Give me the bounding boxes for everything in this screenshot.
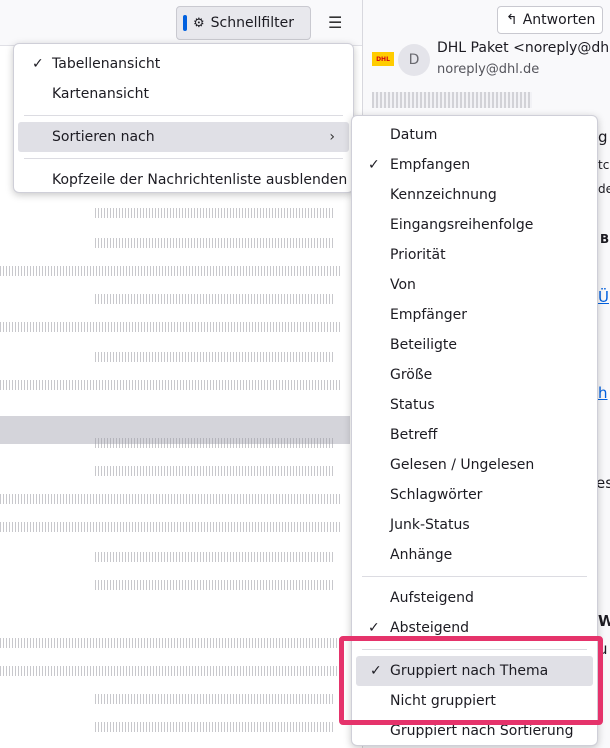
menu-item-label: Kopfzeile der Nachrichtenliste ausblende… bbox=[52, 172, 348, 188]
reply-icon: ↰ bbox=[506, 12, 518, 28]
redacted-recipient bbox=[372, 92, 532, 108]
table-row[interactable] bbox=[95, 438, 335, 448]
sort-item-correspondents[interactable]: Beteiligte bbox=[352, 330, 597, 360]
check-icon: ✓ bbox=[368, 157, 380, 173]
list-layout-icon[interactable]: ☰ bbox=[328, 13, 342, 32]
body-link[interactable]: h bbox=[598, 384, 608, 402]
menu-item-label: Sortieren nach bbox=[52, 129, 155, 145]
menu-item-label: Gelesen / Ungelesen bbox=[390, 457, 535, 473]
chevron-right-icon: › bbox=[329, 129, 335, 145]
sort-item-size[interactable]: Größe bbox=[352, 360, 597, 390]
avatar: D bbox=[398, 44, 430, 76]
sort-item-flag[interactable]: Kennzeichnung bbox=[352, 180, 597, 210]
table-row[interactable] bbox=[0, 494, 340, 504]
sort-order-ascending[interactable]: Aufsteigend bbox=[352, 583, 597, 613]
menu-item-label: Datum bbox=[390, 127, 438, 143]
menu-item-label: Betreff bbox=[390, 427, 438, 443]
thread-pane-toolbar: ⚙ Schnellfilter ☰ bbox=[0, 0, 362, 46]
menu-item-label: Priorität bbox=[390, 247, 446, 263]
table-row[interactable] bbox=[95, 694, 335, 704]
table-row[interactable] bbox=[0, 322, 340, 332]
list-options-menu: ✓ Tabellenansicht Kartenansicht Sortiere… bbox=[13, 43, 354, 193]
body-fragment: tc bbox=[598, 158, 610, 172]
highlight-annotation bbox=[339, 636, 603, 725]
table-row[interactable] bbox=[95, 722, 335, 732]
table-row[interactable] bbox=[95, 580, 335, 590]
sort-item-order-received[interactable]: Eingangsreihenfolge bbox=[352, 210, 597, 240]
menu-item-label: Empfangen bbox=[390, 157, 471, 173]
filter-sliders-icon: ⚙ bbox=[193, 15, 205, 31]
avatar-letter: D bbox=[408, 52, 420, 68]
menu-separator bbox=[24, 158, 343, 159]
table-row[interactable] bbox=[95, 294, 335, 304]
table-row[interactable] bbox=[0, 638, 340, 648]
menu-item-label: Von bbox=[390, 277, 416, 293]
sort-item-recipient[interactable]: Empfänger bbox=[352, 300, 597, 330]
toggle-indicator bbox=[183, 15, 187, 31]
menu-item-label: Empfänger bbox=[390, 307, 468, 323]
body-link[interactable]: Ü bbox=[598, 288, 609, 306]
table-row[interactable] bbox=[95, 238, 335, 248]
table-row[interactable] bbox=[95, 466, 335, 476]
sender-logo: DHL bbox=[372, 52, 394, 66]
menu-item-label: Tabellenansicht bbox=[52, 56, 161, 72]
table-row[interactable] bbox=[0, 380, 340, 390]
body-fragment: de bbox=[598, 182, 610, 196]
sort-item-attachments[interactable]: Anhänge bbox=[352, 540, 597, 570]
menu-item-label: Schlagwörter bbox=[390, 487, 483, 503]
sort-item-status[interactable]: Status bbox=[352, 390, 597, 420]
menu-item-label: Junk-Status bbox=[390, 517, 470, 533]
reply-button[interactable]: ↰ Antworten bbox=[497, 6, 603, 34]
menu-item-table-view[interactable]: ✓ Tabellenansicht bbox=[14, 49, 353, 79]
body-fragment: B bbox=[600, 232, 610, 246]
sort-item-tags[interactable]: Schlagwörter bbox=[352, 480, 597, 510]
table-row[interactable] bbox=[95, 352, 335, 362]
table-row[interactable] bbox=[0, 522, 340, 532]
menu-item-card-view[interactable]: Kartenansicht bbox=[14, 79, 353, 109]
body-fragment: es bbox=[596, 474, 610, 492]
sort-item-from[interactable]: Von bbox=[352, 270, 597, 300]
table-row[interactable] bbox=[95, 208, 335, 218]
menu-item-label: Eingangsreihenfolge bbox=[390, 217, 534, 233]
menu-item-hide-header[interactable]: Kopfzeile der Nachrichtenliste ausblende… bbox=[14, 165, 353, 195]
menu-item-label: Gruppiert nach Sortierung bbox=[390, 723, 574, 739]
sort-item-subject[interactable]: Betreff bbox=[352, 420, 597, 450]
sort-item-date[interactable]: Datum bbox=[352, 120, 597, 150]
quick-filter-label: Schnellfilter bbox=[210, 15, 294, 31]
menu-item-label: Absteigend bbox=[390, 620, 470, 636]
sort-item-priority[interactable]: Priorität bbox=[352, 240, 597, 270]
menu-item-label: Aufsteigend bbox=[390, 590, 474, 606]
menu-separator bbox=[24, 115, 343, 116]
menu-item-label: Beteiligte bbox=[390, 337, 457, 353]
body-fragment: g bbox=[598, 128, 608, 146]
sender-name[interactable]: DHL Paket <noreply@dhl bbox=[437, 40, 610, 56]
body-fragment: W bbox=[598, 612, 610, 630]
sort-item-read[interactable]: Gelesen / Ungelesen bbox=[352, 450, 597, 480]
sender-email[interactable]: noreply@dhl.de bbox=[437, 62, 539, 77]
logo-text: DHL bbox=[376, 55, 390, 63]
menu-item-label: Anhänge bbox=[390, 547, 453, 563]
sort-item-received[interactable]: ✓ Empfangen bbox=[352, 150, 597, 180]
menu-item-label: Kennzeichnung bbox=[390, 187, 497, 203]
menu-item-label: Kartenansicht bbox=[52, 86, 149, 102]
menu-separator bbox=[362, 576, 587, 577]
table-row[interactable] bbox=[0, 666, 340, 676]
quick-filter-button[interactable]: ⚙ Schnellfilter bbox=[176, 6, 311, 40]
menu-item-sort-by[interactable]: Sortieren nach › bbox=[18, 122, 349, 152]
table-row[interactable] bbox=[95, 552, 335, 562]
menu-item-label: Größe bbox=[390, 367, 433, 383]
reply-label: Antworten bbox=[522, 12, 596, 28]
table-row[interactable] bbox=[0, 266, 340, 276]
check-icon: ✓ bbox=[32, 56, 44, 72]
sort-item-junk[interactable]: Junk-Status bbox=[352, 510, 597, 540]
menu-item-label: Status bbox=[390, 397, 435, 413]
